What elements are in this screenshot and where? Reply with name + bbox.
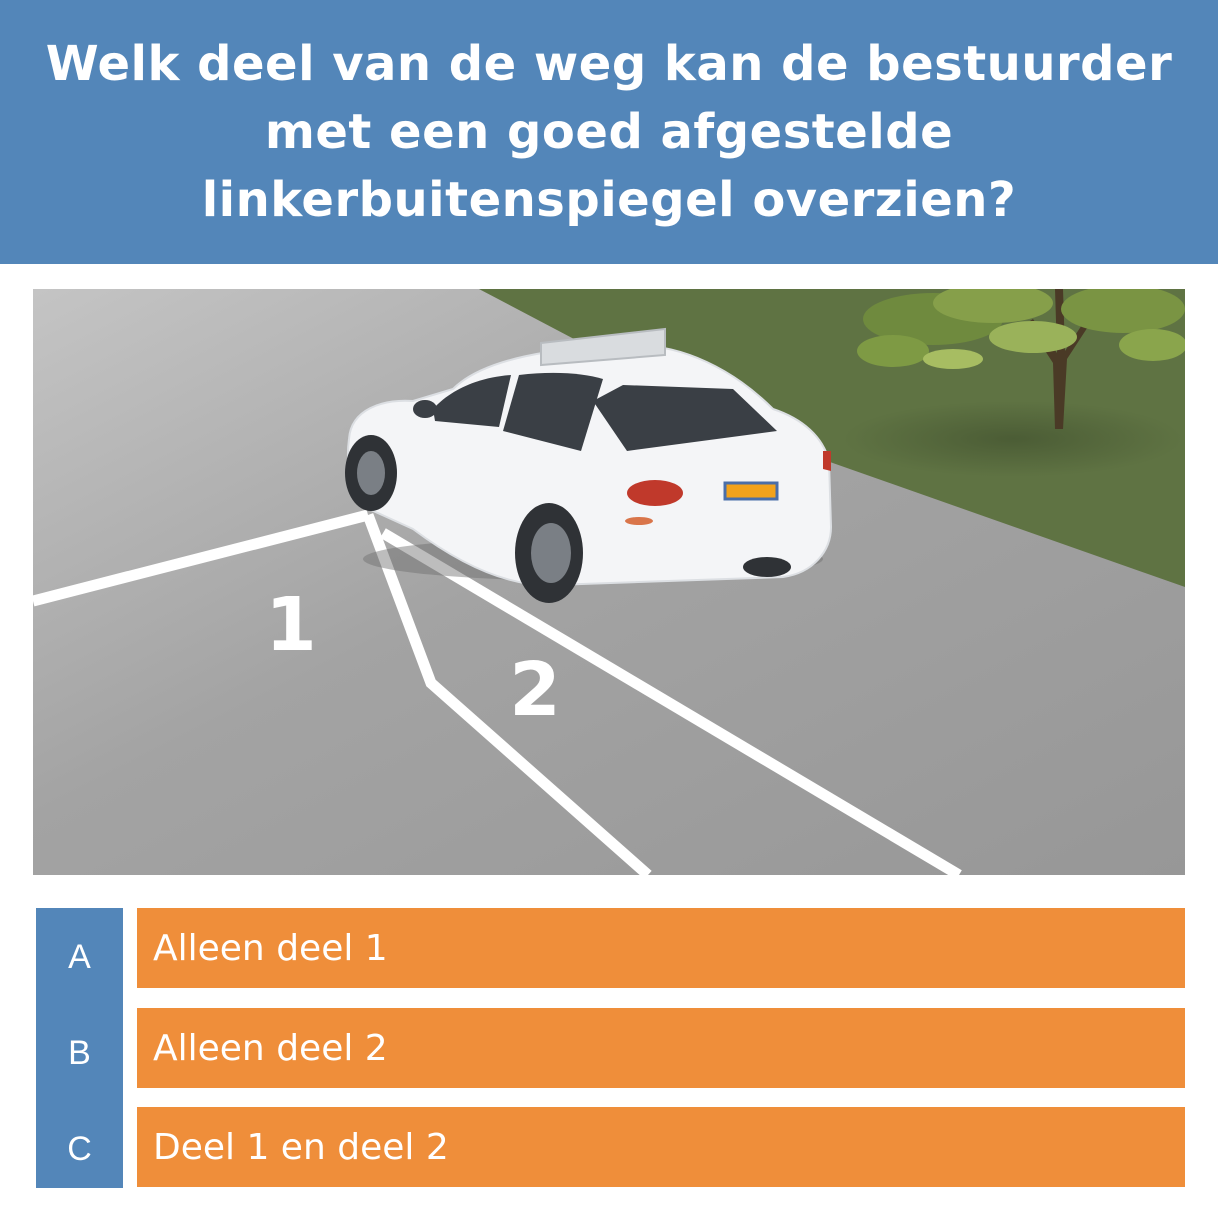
answer-option-a[interactable]: Alleen deel 1 [137, 908, 1185, 988]
answer-option-b-label: Alleen deel 2 [153, 1027, 388, 1069]
answer-letter-c: C [67, 1130, 92, 1168]
question-text: Welk deel van de weg kan de bestuurder m… [26, 30, 1193, 234]
answer-option-a-label: Alleen deel 1 [153, 927, 388, 969]
answer-option-c[interactable]: Deel 1 en deel 2 [137, 1107, 1185, 1187]
question-line-3: linkerbuitenspiegel overzien? [201, 172, 1017, 228]
answer-letter-a: A [68, 938, 91, 976]
question-line-2: met een goed afgestelde [264, 104, 954, 160]
zone-label-2: 2 [509, 647, 561, 733]
answer-letter-b: B [68, 1034, 91, 1072]
question-header: Welk deel van de weg kan de bestuurder m… [0, 0, 1218, 264]
answer-list: A B C Alleen deel 1 Alleen deel 2 Deel 1… [36, 908, 1185, 1188]
tree-shadow [843, 401, 1183, 477]
zone-label-1: 1 [265, 582, 317, 668]
answer-option-c-label: Deel 1 en deel 2 [153, 1126, 449, 1168]
question-line-1: Welk deel van de weg kan de bestuurder [45, 36, 1173, 92]
answer-letter-column: A B C [36, 908, 123, 1188]
answer-option-b[interactable]: Alleen deel 2 [137, 1008, 1185, 1088]
road-illustration: 1 2 [33, 289, 1185, 875]
